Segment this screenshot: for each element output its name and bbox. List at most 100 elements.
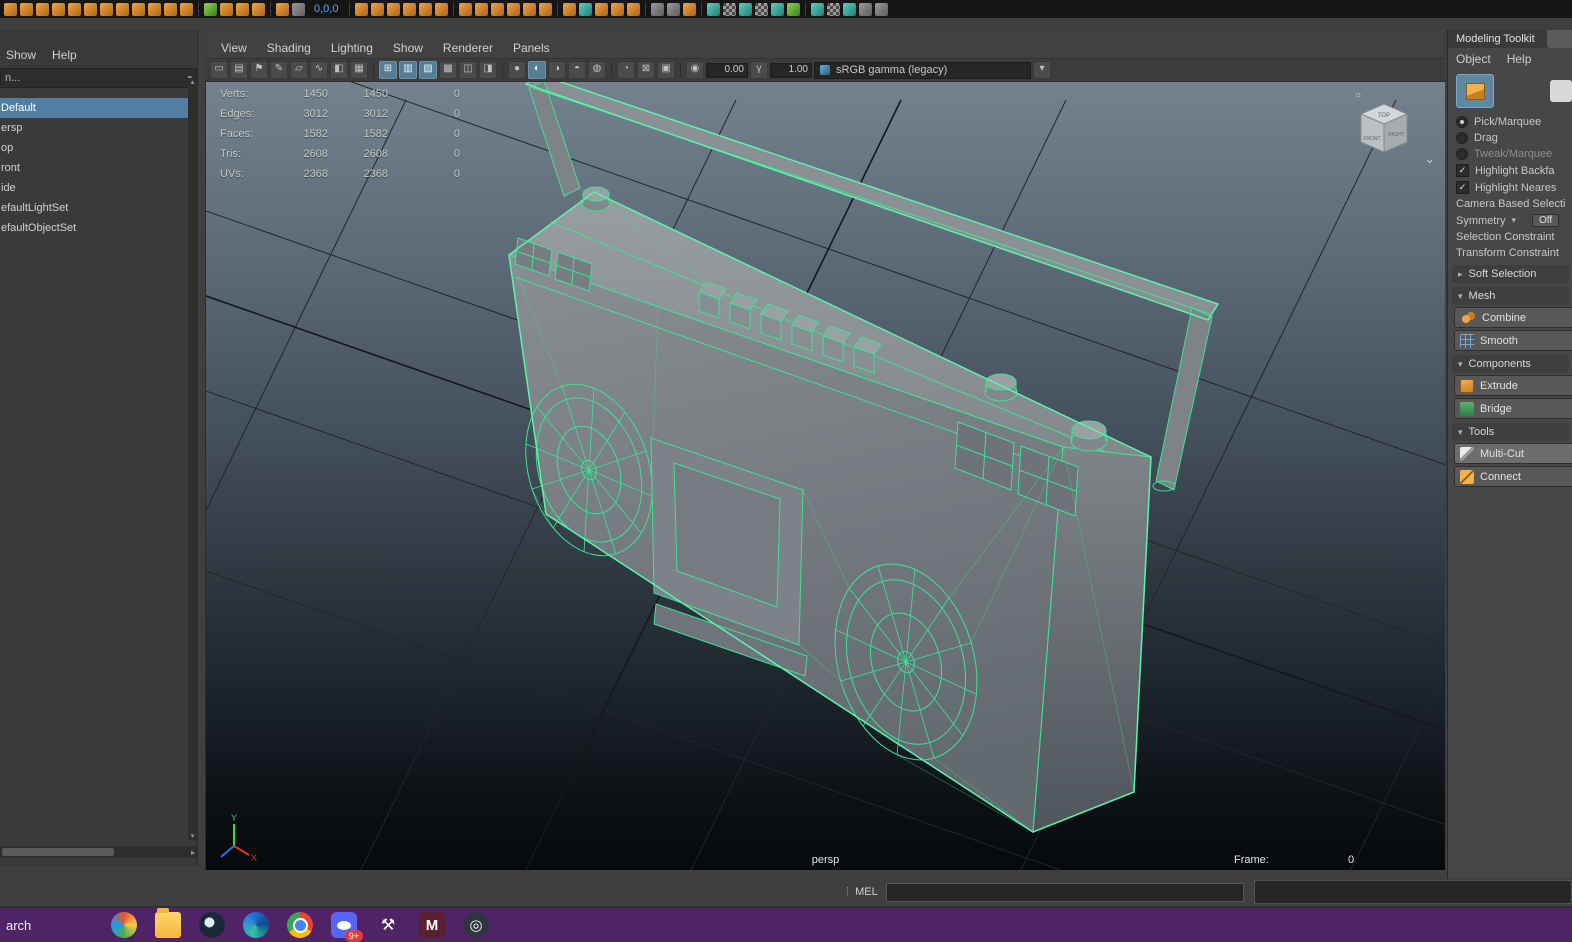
shelf-icon[interactable] [771,2,785,16]
shelf-icon[interactable] [387,2,401,16]
smooth-button[interactable]: Smooth [1454,330,1572,351]
extrude-button[interactable]: Extrude [1454,375,1572,396]
shelf-icon[interactable] [491,2,505,16]
shelf-icon[interactable] [236,2,249,16]
shelf-icon[interactable] [355,2,369,16]
toolbar-icon[interactable]: ◨ [479,61,497,79]
shelf-icon[interactable] [739,2,753,16]
outliner-item[interactable]: efaultLightSet [0,198,188,218]
tweak-marquee-option[interactable]: Tweak/Marquee [1448,146,1572,162]
outliner-item[interactable]: ersp [0,118,188,138]
mel-command-input[interactable] [885,882,1244,902]
shelf-icon[interactable] [164,2,177,16]
shelf-icon[interactable] [523,2,537,16]
maya-icon[interactable]: M [419,912,445,938]
soft-selection-section[interactable]: ▸ Soft Selection [1452,265,1569,283]
shelf-icon[interactable] [116,2,129,16]
outliner-item[interactable]: op [0,138,188,158]
shelf-icon[interactable] [20,2,33,16]
viewcube-chevron-icon[interactable]: ⌄ [1424,152,1435,165]
scroll-up-icon[interactable]: ▴ [191,78,195,86]
shelf-icon[interactable] [276,2,289,16]
browser-ball-icon[interactable] [111,912,137,938]
toolbar-icon[interactable]: ▩ [439,61,457,79]
shelf-icon[interactable] [627,2,641,16]
toolbar-icon[interactable]: ▭ [210,61,228,79]
symmetry-select[interactable]: Off [1532,214,1560,227]
shelf-icon[interactable] [68,2,81,16]
shelf-icon[interactable] [811,2,825,16]
selection-constraint-label[interactable]: Selection Constraint [1448,229,1572,245]
toolbar-icon[interactable]: ⊞ [379,61,397,79]
shelf-icon[interactable] [859,2,873,16]
toolbar-icon[interactable]: ▧ [419,61,437,79]
scroll-down-icon[interactable]: ▾ [191,832,195,840]
toolbar-icon[interactable]: ▦ [350,61,368,79]
toolbar-icon[interactable]: ⚑ [250,61,268,79]
mel-result-field[interactable] [1253,880,1572,904]
clipped-tool-icon[interactable] [1550,80,1572,102]
chevron-down-icon[interactable]: ▾ [1512,215,1517,226]
shelf-icon[interactable] [36,2,49,16]
shelf-icon[interactable] [539,2,553,16]
toolbar-icon[interactable]: ● [508,61,526,79]
outliner-item[interactable]: Default [0,98,188,118]
multi-cut-button[interactable]: Multi-Cut [1454,443,1572,464]
exposure-icon[interactable]: ◉ [686,61,704,79]
toolbar-icon[interactable]: ▥ [399,61,417,79]
radio-icon[interactable] [1456,116,1468,128]
toolbar-icon[interactable]: ✎ [270,61,288,79]
menu-help[interactable]: Help [1507,52,1532,66]
steam-icon[interactable] [199,912,225,938]
radio-icon[interactable] [1456,132,1468,144]
shelf-icon[interactable] [595,2,609,16]
components-section[interactable]: ▾ Components [1452,355,1569,373]
tools-section[interactable]: ▾ Tools [1452,423,1569,441]
shelf-icon[interactable] [419,2,433,16]
shelf-icon[interactable] [220,2,233,16]
highlight-nearest-option[interactable]: ✓ Highlight Neares [1448,179,1572,196]
shelf-icon[interactable] [435,2,449,16]
drag-handle-icon[interactable]: ⁞ [846,886,849,898]
scrollbar-thumb[interactable] [2,848,114,856]
viewport-menu-item[interactable]: View [221,41,247,55]
toolbar-icon[interactable]: ◑ [548,61,566,79]
gamma-field[interactable]: 1.00 [770,62,812,78]
shelf-icon[interactable] [371,2,385,16]
shelf-icon[interactable] [723,2,737,16]
shelf-icon[interactable] [292,2,305,16]
shelf-icon[interactable] [843,2,857,16]
shelf-icon[interactable] [755,2,769,16]
shelf-icon[interactable] [100,2,113,16]
shelf-icon[interactable] [875,2,889,16]
view-transform-select[interactable]: sRGB gamma (legacy) [814,61,1031,79]
combine-button[interactable]: Combine [1454,307,1572,328]
view-transform-chevron-icon[interactable]: ▾ [1033,61,1051,79]
toolbar-icon[interactable]: ◐ [528,61,546,79]
shelf-icon[interactable] [827,2,841,16]
toolbar-icon[interactable]: ⊠ [637,61,655,79]
shelf-icon[interactable] [563,2,577,16]
shelf-icon[interactable] [787,2,801,16]
taskbar-search[interactable]: arch [0,918,102,933]
vertical-scrollbar[interactable]: ▴ ▾ [188,78,197,840]
viewport-canvas[interactable]: Verts: 1450 1450 0 Edges: 3012 3012 0 Faces: 15… [205,82,1445,870]
outliner-item[interactable]: efaultObjectSet [0,218,188,238]
viewport-menu-item[interactable]: Shading [267,41,311,55]
file-explorer-icon[interactable] [155,908,181,938]
shelf-icon[interactable] [52,2,65,16]
shelf-icon[interactable] [667,2,681,16]
viewport-menu-item[interactable]: Lighting [331,41,373,55]
shelf-icon[interactable] [507,2,521,16]
obs-icon[interactable]: ◎ [463,912,489,938]
shelf-icon[interactable] [459,2,473,16]
exposure-field[interactable]: 0.00 [706,62,748,78]
viewport-menu-item[interactable]: Panels [513,41,550,55]
pick-marquee-option[interactable]: Pick/Marquee [1448,114,1572,130]
checkbox-checked-icon[interactable]: ✓ [1456,181,1469,194]
edge-icon[interactable] [243,912,269,938]
discord-icon[interactable]: 9+ [331,912,363,942]
viewport-menu-item[interactable]: Renderer [443,41,493,55]
toolbar-icon[interactable]: ▤ [230,61,248,79]
mel-language-toggle[interactable]: MEL [855,886,878,898]
